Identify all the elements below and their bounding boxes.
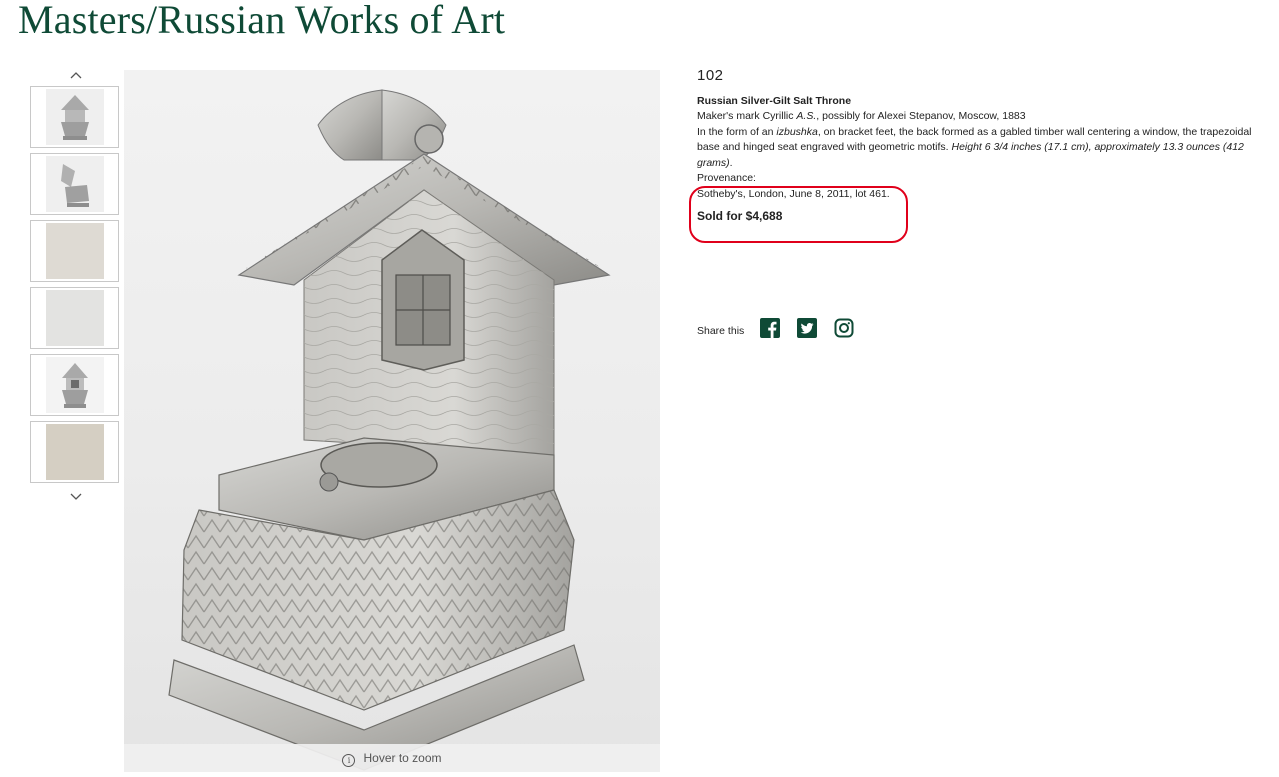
thumbnail-4[interactable] bbox=[30, 287, 119, 349]
twitter-icon[interactable] bbox=[797, 318, 818, 338]
zoom-hint-bar: i Hover to zoom bbox=[124, 744, 660, 772]
facebook-icon[interactable] bbox=[760, 318, 781, 338]
thumbnail-1[interactable] bbox=[30, 86, 119, 148]
description-prefix: In the form of an bbox=[697, 125, 777, 138]
description-end: . bbox=[729, 156, 733, 169]
main-product-image[interactable]: i Hover to zoom bbox=[124, 70, 660, 772]
description-term: izbushka bbox=[776, 125, 818, 138]
salt-throne-illustration bbox=[168, 89, 611, 771]
thumbnail-6[interactable] bbox=[30, 421, 119, 483]
thumbnail-image bbox=[45, 223, 104, 279]
maker-prefix: Maker's mark Cyrillic bbox=[697, 110, 797, 122]
maker-mark: A.S. bbox=[796, 110, 817, 122]
thumbnail-image bbox=[45, 357, 104, 413]
thumbnail-gallery bbox=[30, 66, 121, 508]
share-bar: Share this bbox=[697, 318, 871, 338]
chevron-down-icon[interactable] bbox=[30, 488, 121, 508]
highlight-annotation bbox=[689, 186, 908, 243]
thumbnail-image bbox=[45, 424, 104, 480]
maker-suffix: , possibly for Alexei Stepanov, Moscow, … bbox=[816, 110, 1026, 122]
share-label: Share this bbox=[697, 325, 745, 337]
description: In the form of an izbushka, on bracket f… bbox=[697, 125, 1272, 172]
thumbnail-image bbox=[45, 290, 104, 346]
lot-number: 102 bbox=[697, 67, 724, 84]
maker-line: Maker's mark Cyrillic A.S., possibly for… bbox=[697, 109, 1272, 125]
thumbnail-2[interactable] bbox=[30, 153, 119, 215]
thumbnail-3[interactable] bbox=[30, 220, 119, 282]
provenance-label: Provenance: bbox=[697, 172, 756, 184]
chevron-up-icon[interactable] bbox=[30, 66, 121, 86]
info-icon: i bbox=[342, 754, 356, 767]
page-title: Masters/Russian Works of Art bbox=[18, 0, 506, 42]
thumbnail-5[interactable] bbox=[30, 354, 119, 416]
instagram-icon[interactable] bbox=[834, 318, 854, 338]
thumbnail-image bbox=[45, 156, 104, 212]
lot-title: Russian Silver-Gilt Salt Throne bbox=[697, 94, 852, 107]
zoom-hint-text: Hover to zoom bbox=[363, 751, 442, 765]
thumbnail-image bbox=[45, 89, 104, 145]
